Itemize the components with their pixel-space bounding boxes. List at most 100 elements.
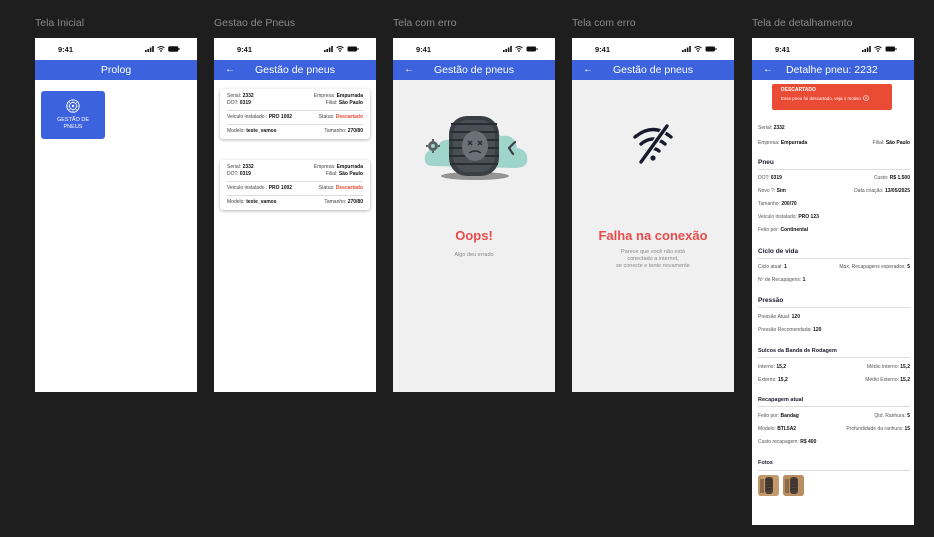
back-arrow-icon[interactable]: ← bbox=[225, 64, 235, 76]
status-icons bbox=[324, 46, 359, 52]
tire-card[interactable]: Serial: 2332 Empresa: Empurrada DOT: 031… bbox=[220, 160, 370, 210]
externo-value: 15,2 bbox=[778, 377, 788, 383]
status-bar: 9:41 bbox=[572, 38, 734, 60]
empresa-value: Empurrada bbox=[336, 164, 363, 170]
ciclo-atual-field: Ciclo atual: 1 bbox=[758, 264, 787, 271]
wifi-icon bbox=[874, 46, 882, 52]
banner-title: DESCARTADO bbox=[781, 87, 816, 93]
status-bar: 9:41 bbox=[393, 38, 555, 60]
pressao-atual-field: Pressão Atual: 120 bbox=[758, 314, 800, 321]
frame-label-list: Gestao de Pneus bbox=[214, 17, 296, 29]
pressao-rec-label: Pressão Recomendada: bbox=[758, 327, 812, 333]
status-time: 9:41 bbox=[775, 44, 791, 54]
banner-subtitle-text: Esse pneu foi descartado, veja o motivo bbox=[781, 95, 861, 101]
profundidade-value: 15 bbox=[904, 426, 910, 432]
status-label: Status: bbox=[318, 114, 335, 120]
status-field: Status: Descartado bbox=[319, 114, 363, 121]
recap-field: Nº de Recapagens: 1 bbox=[758, 277, 805, 284]
dot-field: DOT: 0319 bbox=[227, 171, 251, 178]
tamanho-value: 200/70 bbox=[781, 201, 797, 207]
veiculo-field: Veiculo instalado : PRO 1002 bbox=[227, 114, 305, 121]
detail-row-serial: Serial: 2332 bbox=[758, 125, 910, 132]
detail-row-recap: Nº de Recapagens: 1 bbox=[758, 277, 910, 284]
wifi-icon bbox=[157, 46, 165, 52]
modelo-value: teste_vamos bbox=[246, 199, 277, 205]
detail-row-novo: Novo ?: Sim Data criação: 13/05/2025 bbox=[758, 188, 910, 195]
veiculo-label: Veiculo instalado: bbox=[758, 214, 797, 220]
dot-value: 0319 bbox=[239, 100, 251, 106]
filial-value: São Paulo bbox=[885, 140, 910, 146]
serial-field: Serial: 2332 bbox=[227, 164, 254, 171]
feito-field: Feito por: Continental bbox=[758, 227, 808, 234]
status-time: 9:41 bbox=[237, 44, 253, 54]
tamanho-field: Tamanho: 270/80 bbox=[324, 199, 363, 206]
empresa-label: Empresa: bbox=[758, 140, 780, 146]
detail-row-empresa: Empresa: Empurrada Filial: São Paulo bbox=[758, 140, 910, 147]
section-heading-sulcos: Sulcos da Banda de Rodagem bbox=[758, 348, 837, 354]
ciclo-atual-value: 1 bbox=[784, 264, 787, 270]
back-arrow-icon[interactable]: ← bbox=[763, 64, 773, 76]
dot-label: DOT: bbox=[227, 100, 239, 106]
battery-icon bbox=[705, 46, 717, 52]
divider bbox=[758, 307, 910, 308]
error-heading: Falha na conexão bbox=[598, 228, 708, 243]
dot-value: 0319 bbox=[239, 171, 251, 177]
filial-label: Filial: bbox=[325, 171, 338, 177]
externo-label: Externo: bbox=[758, 377, 777, 383]
status-bar: 9:41 bbox=[214, 38, 376, 60]
status-value: Descartado bbox=[335, 114, 363, 120]
home-screen: 9:41 Prolog GESTÃO DE PNEUS bbox=[35, 38, 197, 392]
divider bbox=[227, 124, 363, 125]
detail-row-pressao-atual: Pressão Atual: 120 bbox=[758, 314, 910, 321]
tire-icon bbox=[66, 99, 80, 113]
max-recap-label: Max. Recapagens esperados: bbox=[839, 264, 906, 270]
app-title: Detalhe pneu: 2232 bbox=[786, 64, 878, 76]
discarded-banner[interactable]: DESCARTADO Esse pneu foi descartado, vej… bbox=[772, 84, 892, 110]
dot-label: DOT: bbox=[758, 175, 770, 181]
modelo-label: Modelo: bbox=[227, 199, 245, 205]
status-value: Descartado bbox=[335, 185, 363, 191]
custo-value: R$ 1.500 bbox=[889, 175, 910, 181]
back-arrow-icon[interactable]: ← bbox=[404, 64, 414, 76]
medio-externo-field: Médio Externo: 15,2 bbox=[865, 377, 910, 384]
recap-feito-value: Bandag bbox=[780, 413, 799, 419]
section-heading-recapagem: Recapagem atual bbox=[758, 397, 804, 403]
custo-label: Custo: bbox=[873, 175, 889, 181]
status-icons bbox=[862, 46, 897, 52]
tamanho-label: Tamanho: bbox=[324, 128, 347, 134]
tire-photo-thumbnail[interactable] bbox=[783, 475, 804, 496]
status-bar: 9:41 bbox=[35, 38, 197, 60]
divider bbox=[758, 406, 910, 407]
frame-label-home: Tela Inicial bbox=[35, 17, 85, 29]
tire-detail-screen: 9:41 ← Detalhe pneu: 2232 DESCARTADO Ess… bbox=[752, 38, 914, 525]
signal-icon bbox=[503, 46, 512, 52]
frame-label-error: Tela com erro bbox=[393, 17, 457, 29]
tire-card[interactable]: Serial: 2332 Empresa: Empurrada DOT: 031… bbox=[220, 89, 370, 139]
app-bar: ← Gestão de pneus bbox=[214, 60, 376, 80]
empresa-field: Empresa: Empurrada bbox=[758, 140, 807, 147]
error-message: Algo deu errado bbox=[454, 252, 494, 258]
interno-value: 15,2 bbox=[776, 364, 787, 370]
qtd-ranhura-field: Qtd. Ranhura: 5 bbox=[874, 413, 910, 420]
serial-field: Serial: 2332 bbox=[227, 93, 254, 100]
back-arrow-icon[interactable]: ← bbox=[583, 64, 593, 76]
connection-error-screen: 9:41 ← Gestão de pneus Falha na conexão … bbox=[572, 38, 734, 392]
section-heading-ciclo: Ciclo de vida bbox=[758, 248, 799, 255]
wifi-icon bbox=[515, 46, 523, 52]
divider bbox=[227, 110, 363, 111]
status-label: Status: bbox=[318, 185, 335, 191]
serial-value: 2332 bbox=[773, 125, 785, 131]
divider bbox=[758, 470, 910, 471]
status-time: 9:41 bbox=[416, 44, 432, 54]
modelo-label: Modelo: bbox=[227, 128, 245, 134]
tamanho-field: Tamanho: 200/70 bbox=[758, 201, 797, 208]
medio-interno-value: 15,2 bbox=[900, 364, 910, 370]
tire-management-tile[interactable]: GESTÃO DE PNEUS bbox=[41, 91, 105, 139]
app-title: Gestão de pneus bbox=[613, 64, 693, 76]
medio-interno-label: Médio Interno: bbox=[866, 364, 899, 370]
card-row-modelo: Modelo: teste_vamos Tamanho: 270/80 bbox=[227, 199, 363, 206]
serial-field: Serial: 2332 bbox=[758, 125, 785, 132]
detail-row-feito: Feito por: Continental bbox=[758, 227, 910, 234]
tire-photo-thumbnail[interactable] bbox=[758, 475, 779, 496]
ciclo-atual-label: Ciclo atual: bbox=[758, 264, 783, 270]
